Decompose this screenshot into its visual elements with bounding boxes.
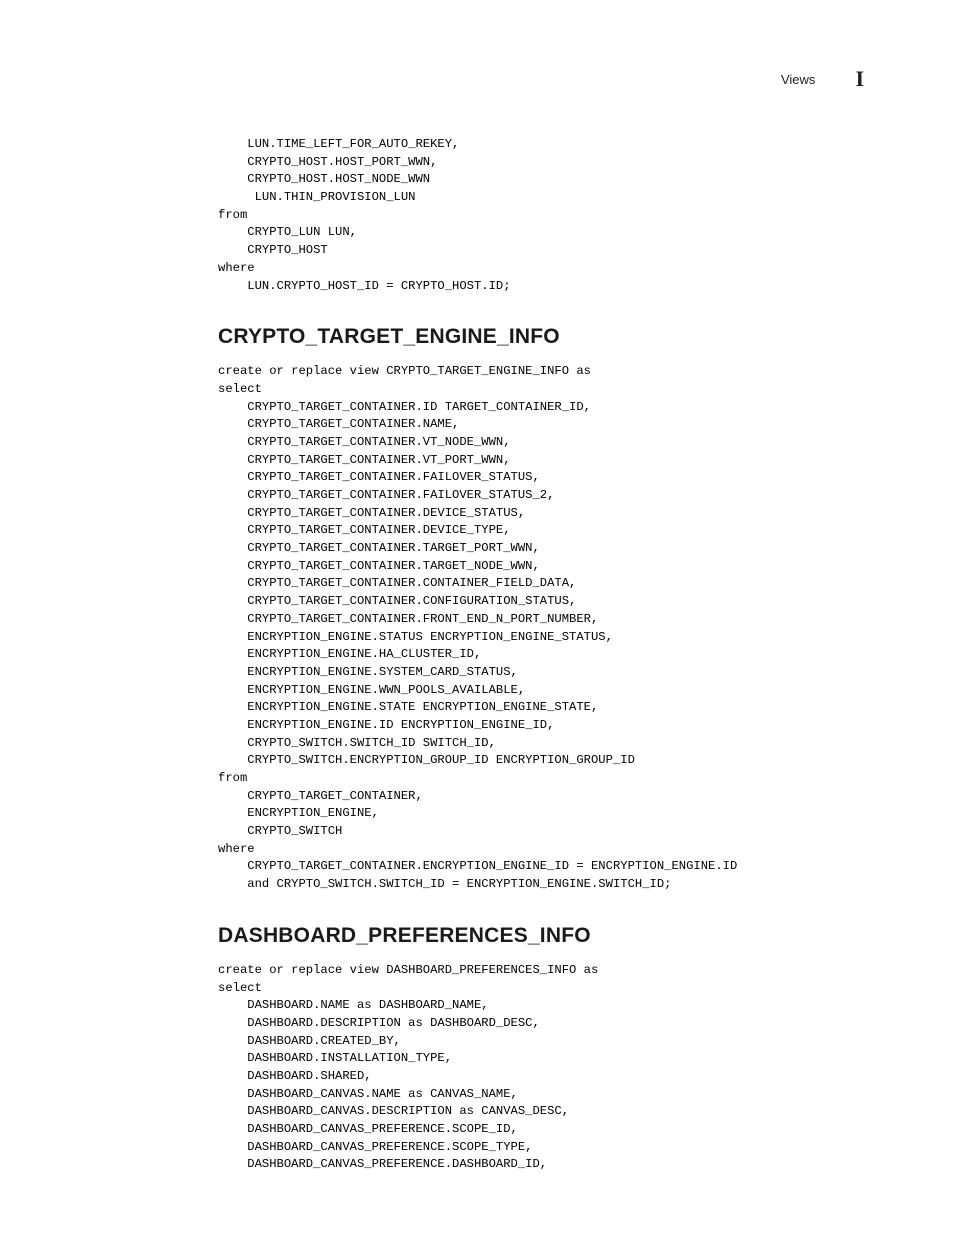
document-page: Views I LUN.TIME_LEFT_FOR_AUTO_REKEY, CR… (0, 0, 954, 1244)
section-heading-dashboard-preferences-info: DASHBOARD_PREFERENCES_INFO (218, 924, 864, 948)
code-block-2: create or replace view CRYPTO_TARGET_ENG… (218, 363, 864, 894)
page-header: Views I (781, 66, 864, 92)
header-appendix-badge: I (855, 66, 864, 92)
header-section-label: Views (781, 72, 815, 87)
code-block-1: LUN.TIME_LEFT_FOR_AUTO_REKEY, CRYPTO_HOS… (218, 136, 864, 295)
code-block-3: create or replace view DASHBOARD_PREFERE… (218, 962, 864, 1174)
page-content: LUN.TIME_LEFT_FOR_AUTO_REKEY, CRYPTO_HOS… (218, 136, 864, 1174)
section-heading-crypto-target-engine-info: CRYPTO_TARGET_ENGINE_INFO (218, 325, 864, 349)
